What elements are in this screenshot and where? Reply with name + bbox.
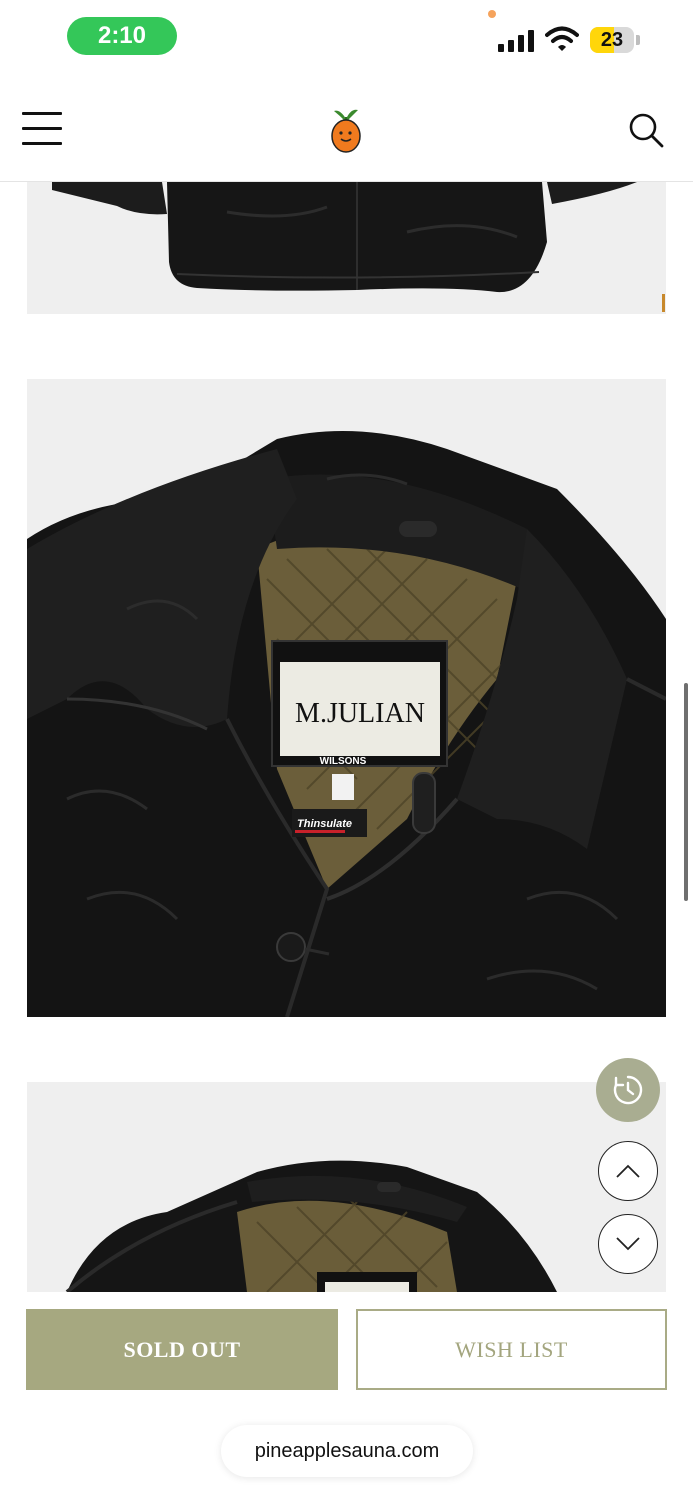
scroll-down-chevron-icon (616, 1237, 640, 1251)
pineapple-sauna-logo[interactable] (326, 105, 366, 153)
browser-url-bar[interactable]: pineapplesauna.com (221, 1425, 473, 1477)
search-icon[interactable] (628, 112, 664, 148)
label-brand-text: M.JULIAN (295, 698, 425, 729)
sold-out-button[interactable]: SOLD OUT (26, 1309, 338, 1390)
wish-list-button[interactable]: WISH LIST (356, 1309, 667, 1390)
hamburger-menu-icon[interactable] (22, 110, 62, 146)
recently-viewed-clock-icon (613, 1075, 643, 1105)
site-header (0, 80, 693, 182)
purchase-action-bar: SOLD OUT WISH LIST pineapplesauna.com (0, 1292, 693, 1500)
status-bar: 2:10 23 (0, 0, 693, 80)
label-sub-text: WILSONS (320, 756, 367, 767)
page-scrollbar[interactable] (684, 683, 688, 901)
status-time: 2:10 (67, 17, 177, 55)
battery-percentage: 23 (600, 28, 624, 51)
product-image-1[interactable] (27, 182, 666, 314)
scroll-up-chevron-icon (616, 1164, 640, 1178)
battery-icon: 23 (590, 27, 640, 53)
recently-viewed-button[interactable] (596, 1058, 660, 1122)
privacy-indicator-dot (488, 10, 496, 18)
signal-icon (498, 30, 534, 52)
label-tag-text: Thinsulate (297, 818, 352, 830)
wifi-icon (545, 26, 579, 51)
product-image-3[interactable] (27, 1082, 666, 1292)
scroll-up-button[interactable] (598, 1141, 658, 1201)
product-image-2[interactable]: M.JULIAN WILSONS Thinsulate (27, 379, 666, 1017)
scroll-down-button[interactable] (598, 1214, 658, 1274)
